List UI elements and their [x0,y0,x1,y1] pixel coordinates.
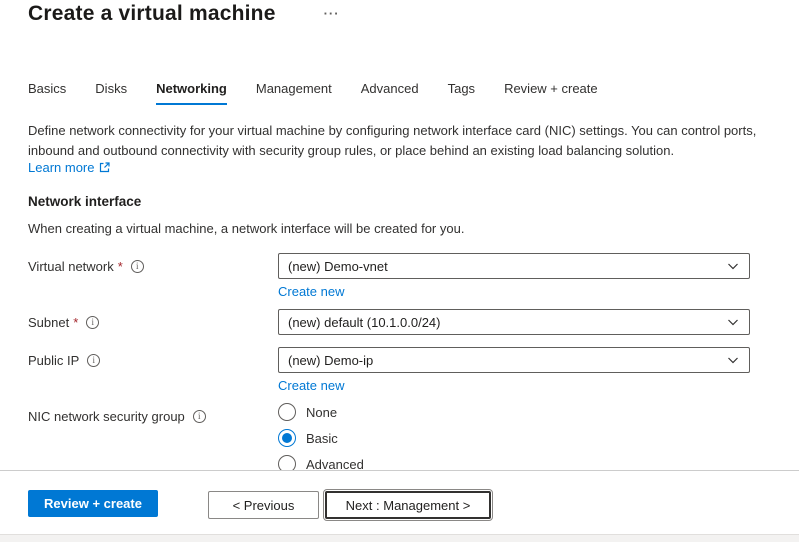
subnet-value: (new) default (10.1.0.0/24) [288,315,440,330]
info-icon[interactable]: i [87,354,100,367]
info-icon[interactable]: i [131,260,144,273]
info-icon[interactable]: i [193,410,206,423]
virtual-network-label: Virtual network * i [28,253,278,301]
public-ip-label: Public IP i [28,347,278,395]
networking-description: Define network connectivity for your vir… [28,121,772,161]
radio-icon [278,403,296,421]
more-options-button[interactable]: ··· [324,4,340,24]
radio-icon [278,429,296,447]
virtual-network-value: (new) Demo-vnet [288,259,388,274]
virtual-network-row: Virtual network * i (new) Demo-vnet Crea… [28,253,772,301]
tab-advanced[interactable]: Advanced [361,81,419,105]
wizard-footer: Review + create < Previous Next : Manage… [0,470,799,542]
network-interface-subtext: When creating a virtual machine, a netwo… [28,221,464,236]
page-header: Create a virtual machine ··· [28,2,340,26]
wizard-tab-bar: Basics Disks Networking Management Advan… [28,81,799,105]
bottom-strip [0,534,799,542]
page-title: Create a virtual machine [28,2,276,26]
tab-basics[interactable]: Basics [28,81,66,105]
radio-none-label: None [306,405,337,420]
subnet-select[interactable]: (new) default (10.1.0.0/24) [278,309,750,335]
subnet-label: Subnet * i [28,309,278,335]
next-management-button[interactable]: Next : Management > [325,491,491,519]
tab-management[interactable]: Management [256,81,332,105]
external-link-icon [99,162,110,173]
tab-disks[interactable]: Disks [95,81,127,105]
radio-basic[interactable]: Basic [278,429,750,447]
tab-review-create[interactable]: Review + create [504,81,598,105]
learn-more-link[interactable]: Learn more [28,160,110,175]
create-vm-page: Create a virtual machine ··· Basics Disk… [0,0,799,542]
tab-tags[interactable]: Tags [448,81,475,105]
create-new-public-ip-link[interactable]: Create new [278,378,344,393]
radio-basic-label: Basic [306,431,338,446]
subnet-row: Subnet * i (new) default (10.1.0.0/24) [28,309,772,335]
info-icon[interactable]: i [86,316,99,329]
public-ip-row: Public IP i (new) Demo-ip Create new [28,347,772,395]
public-ip-select[interactable]: (new) Demo-ip [278,347,750,373]
learn-more-label: Learn more [28,160,94,175]
chevron-down-icon [726,315,740,329]
create-new-vnet-link[interactable]: Create new [278,284,344,299]
review-create-button[interactable]: Review + create [28,490,158,517]
virtual-network-select[interactable]: (new) Demo-vnet [278,253,750,279]
tab-networking[interactable]: Networking [156,81,227,105]
radio-none[interactable]: None [278,403,750,421]
previous-button[interactable]: < Previous [208,491,319,519]
network-interface-heading: Network interface [28,194,141,209]
chevron-down-icon [726,353,740,367]
chevron-down-icon [726,259,740,273]
public-ip-value: (new) Demo-ip [288,353,373,368]
required-mark: * [73,315,78,330]
required-mark: * [118,259,123,274]
